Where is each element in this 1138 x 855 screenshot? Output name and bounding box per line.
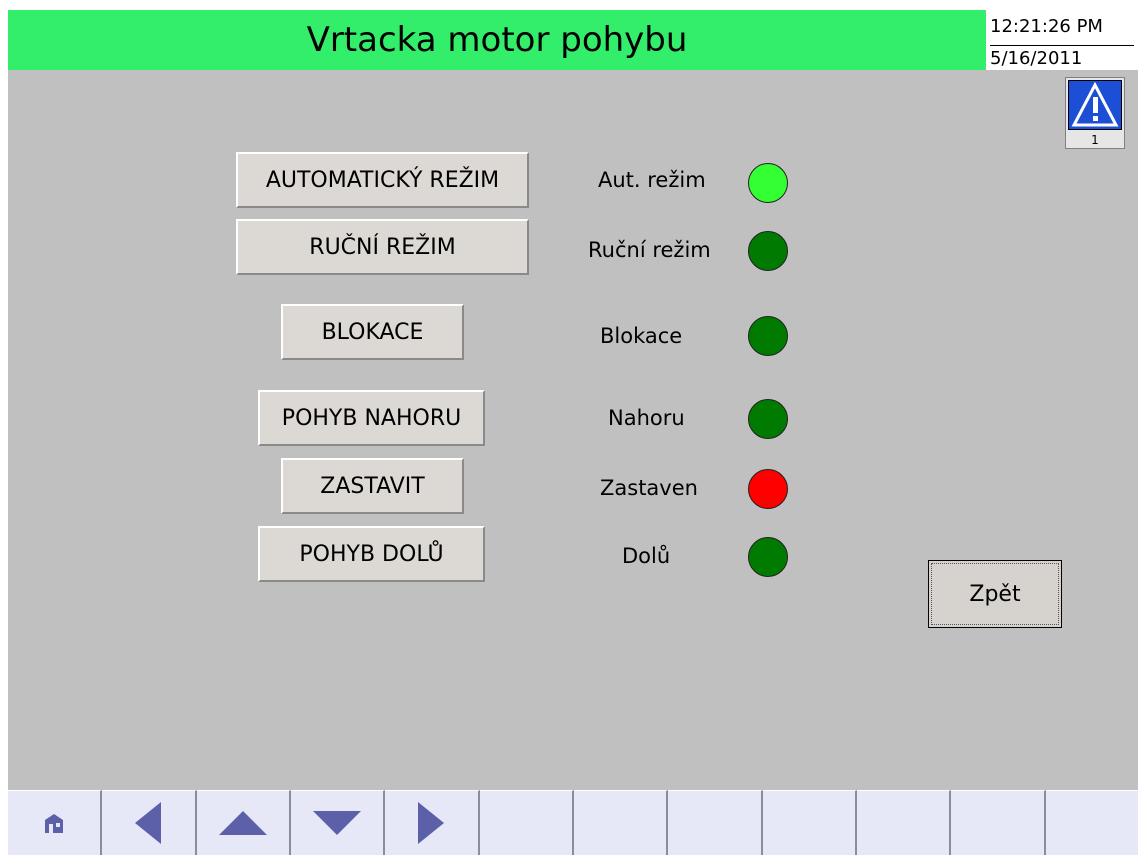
back-button[interactable]: Zpět (928, 560, 1062, 628)
warning-icon (1068, 80, 1122, 130)
arrow-down-icon (313, 811, 362, 835)
arrow-up-icon (218, 811, 267, 835)
function-key-6[interactable] (479, 790, 574, 855)
nav-previous-button[interactable] (102, 790, 197, 855)
home-icon (45, 814, 64, 833)
arrow-left-icon (135, 802, 162, 844)
function-key-9[interactable] (762, 790, 857, 855)
navigation-bar (8, 790, 1138, 855)
manual-mode-indicator (748, 231, 788, 271)
move-up-label: Nahoru (608, 406, 685, 430)
stopped-label: Zastaven (600, 476, 698, 500)
nav-up-button[interactable] (196, 790, 291, 855)
function-key-12[interactable] (1045, 790, 1138, 855)
clock-time: 12:21:26 PM (990, 16, 1103, 37)
move-down-label: Dolů (622, 544, 671, 568)
function-key-8[interactable] (668, 790, 763, 855)
nav-down-button[interactable] (290, 790, 386, 855)
function-key-11[interactable] (951, 790, 1046, 855)
nav-next-button[interactable] (385, 790, 480, 855)
hmi-screen: Vrtacka motor pohybu 12:21:26 PM 5/16/20… (8, 10, 1138, 855)
automatic-mode-label: Aut. režim (598, 168, 706, 192)
function-key-7[interactable] (573, 790, 669, 855)
automatic-mode-indicator (748, 163, 788, 203)
arrow-right-icon (418, 802, 445, 844)
stop-button[interactable]: ZASTAVIT (281, 458, 464, 514)
alarm-indicator-button[interactable]: 1 (1065, 77, 1125, 149)
blocking-label: Blokace (600, 324, 683, 348)
move-down-indicator (748, 537, 788, 577)
blocking-button[interactable]: BLOKACE (281, 304, 464, 360)
nav-home-button[interactable] (8, 790, 103, 855)
page-title: Vrtacka motor pohybu (8, 10, 986, 70)
stopped-indicator (748, 469, 788, 509)
alarm-count: 1 (1091, 133, 1099, 147)
manual-mode-label: Ruční režim (588, 238, 711, 262)
clock-date: 5/16/2011 (990, 45, 1134, 69)
move-up-indicator (748, 399, 788, 439)
move-down-button[interactable]: POHYB DOLŮ (258, 526, 485, 582)
manual-mode-button[interactable]: RUČNÍ REŽIM (236, 219, 529, 275)
automatic-mode-button[interactable]: AUTOMATICKÝ REŽIM (236, 152, 529, 208)
function-key-10[interactable] (856, 790, 952, 855)
clock-display: 12:21:26 PM 5/16/2011 (986, 10, 1138, 70)
blocking-indicator (748, 316, 788, 356)
move-up-button[interactable]: POHYB NAHORU (258, 390, 485, 446)
